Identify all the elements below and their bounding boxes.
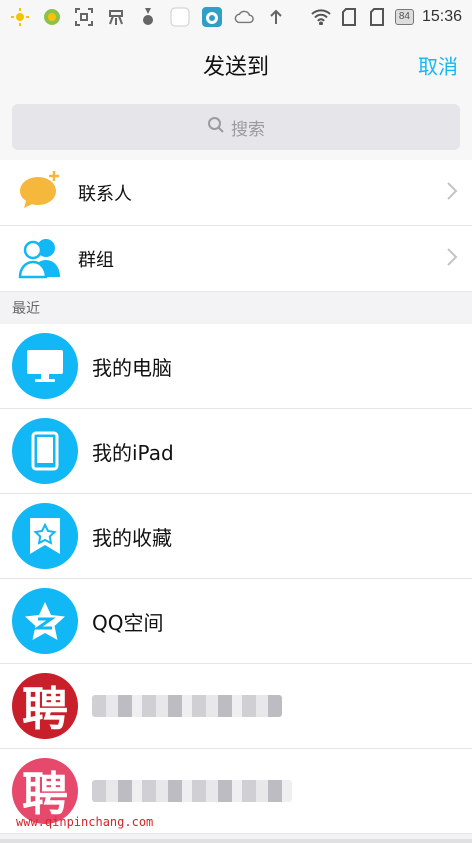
blurred-name — [92, 780, 292, 802]
header: 发送到 取消 — [0, 34, 472, 96]
list-item-my-computer[interactable]: 我的电脑 — [0, 324, 472, 409]
groups-icon — [18, 235, 62, 283]
search-placeholder: 搜索 — [231, 119, 265, 140]
avatar-char: 聘 — [22, 682, 68, 736]
upload-arrow-icon — [266, 7, 286, 27]
app-icon — [106, 7, 126, 27]
list-item-label: 我的收藏 — [92, 525, 172, 550]
list-item-label: 我的iPad — [92, 440, 174, 465]
medal-icon — [138, 7, 158, 27]
favorites-icon — [12, 503, 78, 569]
groups-label: 群组 — [78, 249, 114, 271]
tablet-icon — [12, 418, 78, 484]
bottom-divider — [0, 839, 472, 843]
list-item-my-ipad[interactable]: 我的iPad — [0, 409, 472, 494]
avatar: 聘 — [12, 673, 78, 739]
sim-icon — [339, 7, 359, 27]
search-input[interactable]: 搜索 — [12, 104, 460, 150]
cancel-button[interactable]: 取消 — [418, 51, 458, 80]
wifi-icon — [311, 7, 331, 27]
blank-app-icon — [170, 7, 190, 27]
chevron-right-icon — [446, 181, 458, 205]
page-title: 发送到 — [202, 55, 269, 80]
list-item-my-favorites[interactable]: 我的收藏 — [0, 494, 472, 579]
list-item-label: QQ空间 — [92, 610, 164, 635]
sim2-icon — [367, 7, 387, 27]
list-item-recruit-1[interactable]: 聘 — [0, 664, 472, 749]
blurred-name — [92, 695, 282, 717]
list-item-qzone[interactable]: QQ空间 — [0, 579, 472, 664]
computer-icon — [12, 333, 78, 399]
section-recent: 最近 — [0, 292, 472, 324]
status-bar: 84 15:36 — [0, 0, 472, 34]
groups-row[interactable]: 群组 — [0, 226, 472, 292]
scan-icon — [74, 7, 94, 27]
search-icon — [207, 116, 225, 139]
cloud-icon — [234, 7, 254, 27]
clock: 15:36 — [421, 8, 462, 25]
sun-icon — [10, 7, 30, 27]
battery-level: 84 — [394, 9, 414, 25]
app-logo-icon — [42, 7, 62, 27]
qzone-star-icon — [12, 588, 78, 654]
search-wrap: 搜索 — [0, 96, 472, 160]
contacts-row[interactable]: 联系人 — [0, 160, 472, 226]
watermark: www.qinpinchang.com — [16, 815, 154, 829]
contacts-label: 联系人 — [78, 183, 132, 205]
chevron-right-icon — [446, 247, 458, 271]
alarm-icon — [202, 7, 222, 27]
list-item-label: 我的电脑 — [92, 355, 172, 380]
contacts-add-icon — [18, 170, 62, 215]
